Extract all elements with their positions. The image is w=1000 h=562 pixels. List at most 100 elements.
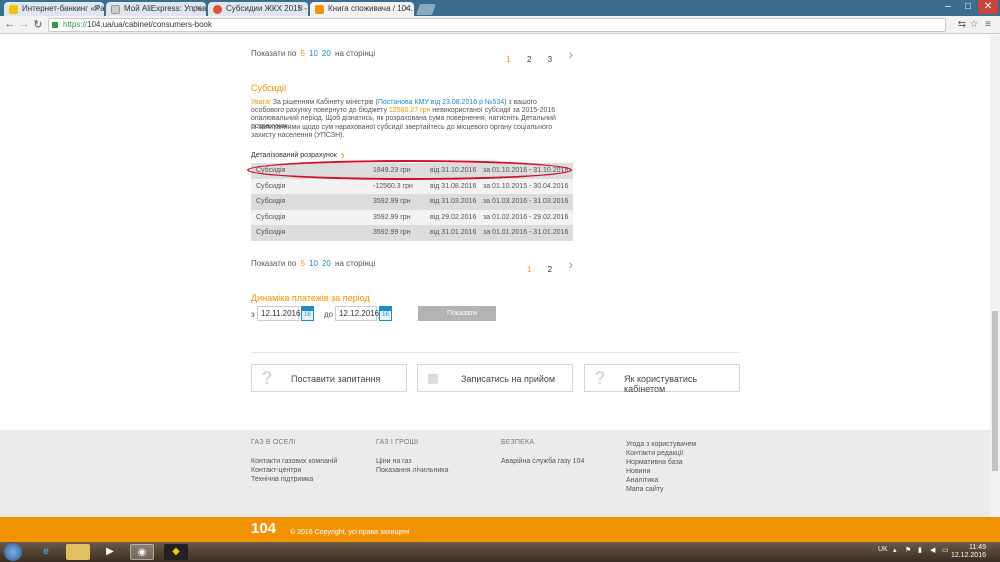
from-label: з — [251, 310, 255, 319]
footer-link[interactable]: Мапа сайту — [626, 485, 696, 494]
new-tab-button[interactable] — [415, 4, 437, 15]
back-arrow-icon[interactable]: ← — [3, 18, 17, 30]
next-page-icon[interactable]: › — [568, 256, 573, 272]
ie-icon[interactable]: e — [34, 544, 58, 560]
clock-date: 12.12.2016 — [950, 552, 986, 559]
forward-arrow-icon[interactable]: → — [17, 18, 31, 30]
close-tab-icon[interactable]: ✕ — [195, 4, 202, 13]
footer-link[interactable]: Аналітика — [626, 476, 696, 485]
close-tab-icon[interactable]: ✕ — [403, 4, 410, 13]
calendar-icon[interactable]: 16 — [379, 306, 392, 321]
bookmark-star-icon[interactable]: ☆ — [968, 19, 980, 31]
how-to-use-card[interactable]: ? Як користуватись кабінетом — [584, 364, 740, 394]
vertical-scrollbar[interactable] — [990, 35, 1000, 517]
browser-tab-1[interactable]: Интернет-банкинг «Pai ✕ — [4, 2, 104, 16]
volume-icon[interactable]: ◀ — [930, 546, 935, 554]
minimize-icon[interactable]: – — [938, 0, 958, 14]
page-numbers: 1 2 › — [513, 256, 573, 275]
scrollbar-thumb[interactable] — [992, 311, 998, 471]
book-appointment-card[interactable]: ▦ Записатись на прийом — [417, 364, 573, 392]
returned-sum: 12560.27 грн — [388, 107, 431, 114]
notice-text-a: За рішенням Кабінету міністрів ( — [270, 99, 378, 106]
close-tab-icon[interactable]: ✕ — [93, 4, 100, 13]
footer-link[interactable]: Показання лічильника — [376, 466, 448, 475]
footer-link[interactable]: Нормативна база — [626, 458, 696, 467]
chrome-icon[interactable]: ◉ — [130, 544, 154, 560]
lock-icon — [52, 22, 58, 28]
reload-icon[interactable]: ↻ — [31, 18, 45, 31]
menu-icon[interactable]: ≡ — [982, 19, 994, 31]
media-player-icon[interactable]: ▶ — [98, 544, 122, 560]
per-page-10[interactable]: 10 — [309, 259, 318, 268]
footer-link[interactable]: Аварійна служба газу 104 — [501, 457, 584, 466]
page-link-2[interactable]: 2 — [527, 55, 531, 64]
language-indicator[interactable]: UK — [878, 546, 888, 553]
footer-heading: ГАЗ В ОСЕЛІ — [251, 439, 296, 446]
per-page-10[interactable]: 10 — [309, 49, 318, 58]
folder-icon[interactable] — [66, 544, 90, 560]
row-amount: 3592.99 грн — [373, 198, 411, 206]
system-clock[interactable]: 11:49 12.12.2016 — [951, 544, 986, 560]
close-tab-icon[interactable]: ✕ — [297, 4, 304, 13]
per-page-5[interactable]: 5 — [301, 49, 305, 58]
battery-icon[interactable]: ▭ — [942, 546, 949, 554]
maximize-icon[interactable]: □ — [958, 0, 978, 14]
subsidy-title: Субсидії — [251, 83, 287, 93]
detailed-calculation-link[interactable]: Деталізований розрахунок › — [251, 146, 345, 162]
show-button[interactable]: Показати — [418, 306, 496, 321]
footer-link[interactable]: Технічна підтримка — [251, 475, 337, 484]
per-page-20[interactable]: 20 — [322, 49, 331, 58]
footer-link[interactable]: Новини — [626, 467, 696, 476]
tray-arrow-icon[interactable]: ▴ — [893, 546, 897, 554]
page-link-2[interactable]: 2 — [548, 265, 552, 274]
footer-link[interactable]: Ціни на газ — [376, 457, 448, 466]
browser-tab-3[interactable]: Субсидии ЖКХ 2015 - С ✕ — [208, 2, 308, 16]
page-link-1[interactable]: 1 — [506, 55, 510, 64]
browser-tab-4[interactable]: Книга споживача / 104. ✕ — [310, 2, 414, 16]
footer-link[interactable]: Контакти редакції — [626, 449, 696, 458]
calendar-icon: ▦ — [427, 371, 439, 385]
browser-tab-2[interactable]: Мой AliExpress: Управл ✕ — [106, 2, 206, 16]
table-row: Субсидія 3592.99 грн від 29.02.2016 за 0… — [251, 209, 573, 226]
address-protocol: https:// — [63, 20, 88, 29]
per-page-5[interactable]: 5 — [301, 259, 305, 268]
footer-link[interactable]: Контакт-центри — [251, 466, 337, 475]
row-name: Субсидія — [256, 198, 286, 206]
ask-question-card[interactable]: ? Поставити запитання — [251, 364, 407, 392]
divider — [251, 352, 740, 353]
clock-time: 11:49 — [969, 544, 986, 551]
footer-link[interactable]: Контакти газових компаній — [251, 457, 337, 466]
footer-link[interactable]: Угода з користувачем — [626, 440, 696, 449]
row-amount: -12560.3 грн — [373, 182, 413, 190]
site-favicon-icon — [213, 5, 222, 14]
network-icon[interactable]: ▮ — [918, 546, 922, 554]
flag-icon[interactable]: ⚑ — [905, 546, 911, 554]
date-from-input[interactable]: 12.11.2016 — [257, 306, 300, 321]
page-link-3[interactable]: 3 — [548, 55, 552, 64]
row-name: Субсидія — [256, 229, 286, 237]
card-label: Як користуватись кабінетом — [624, 374, 698, 394]
calendar-icon[interactable]: 16 — [301, 306, 314, 321]
row-name: Субсидія — [256, 182, 286, 190]
row-name: Субсидія — [256, 213, 286, 221]
tab-title: Книга споживача / 104. — [328, 4, 413, 13]
next-page-icon[interactable]: › — [568, 46, 573, 62]
batman-app-icon[interactable]: ◆ — [164, 544, 188, 560]
footer-heading: БЕЗПЕКА — [501, 439, 535, 446]
date-to-input[interactable]: 12.12.2016 — [335, 306, 379, 321]
row-period: за 01.01.2016 - 31.01.2016 — [483, 229, 569, 237]
address-bar[interactable]: https://104.ua/ua/cabinet/consumers-book — [48, 18, 946, 32]
translate-icon[interactable]: ⇆ — [956, 19, 968, 31]
pager-suffix: на сторінці — [335, 259, 376, 268]
pager-prefix: Показати по — [251, 49, 297, 58]
start-button[interactable] — [4, 543, 22, 561]
close-window-icon[interactable]: ✕ — [978, 0, 998, 14]
pager-suffix: на сторінці — [335, 49, 376, 58]
page-link-1[interactable]: 1 — [527, 265, 531, 274]
notice-warning: Увага! — [251, 99, 271, 106]
resolution-link[interactable]: Постанова КМУ від 23.08.2016 р №534 — [378, 99, 504, 106]
card-label: Поставити запитання — [291, 374, 381, 384]
row-period: за 01.02.2016 - 29.02.2016 — [483, 213, 569, 221]
site-logo[interactable]: 104 — [251, 520, 276, 537]
per-page-20[interactable]: 20 — [322, 259, 331, 268]
